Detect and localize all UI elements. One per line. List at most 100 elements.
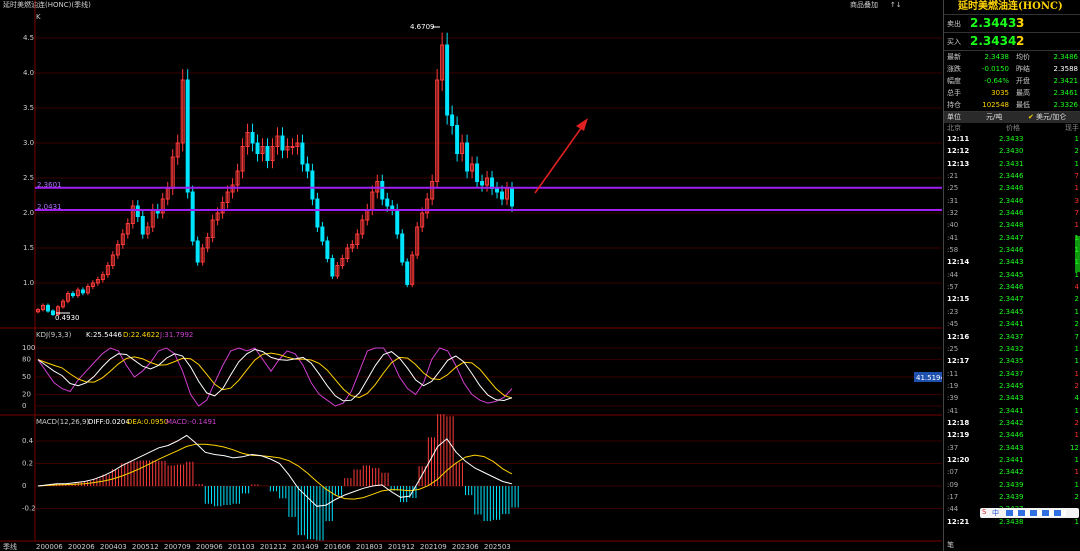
stat-label: 最低 — [1016, 101, 1030, 109]
tick-row: :32 2.3446 7 — [944, 207, 1080, 219]
quarterly-chart[interactable]: 4.5 4.0 3.5 3.0 2.5 2.0 1.5 1.0 K 2.3601 2.0431 4.6… — [0, 0, 942, 551]
low-marker-label: 0.4930 — [55, 314, 80, 322]
tick-qty: 1 — [1074, 480, 1079, 489]
candle-body — [450, 114, 455, 126]
tick-qty: 2 — [1074, 492, 1079, 501]
tick-row: :582.34461 — [944, 244, 1080, 256]
tick-row: :07 2.3442 1 — [944, 466, 1080, 478]
ime-mode[interactable]: 中 — [992, 508, 999, 518]
stat-最新: 最新 2.3438 — [947, 52, 1009, 63]
bid-row: 买入 2.3434 2 — [944, 33, 1080, 51]
tick-time: :57 — [947, 283, 959, 292]
x-tick-label: 202109 — [420, 543, 447, 551]
stat-label: 开盘 — [1016, 77, 1030, 85]
chart-area[interactable]: 延时美燃油连(HONC)(季线) 商品叠加 ↑↓ 4.5 4.0 3.5 3.0 2.5… — [0, 0, 942, 551]
ask-row: 卖出 2.3443 3 — [944, 15, 1080, 33]
tick-price: 2.3448 — [999, 221, 1024, 230]
price-tick-label: 1.5 — [23, 244, 34, 252]
candle-body — [265, 146, 270, 161]
tick-row: :19 2.3445 2 — [944, 380, 1080, 392]
stat-最高: 最高 2.3461 — [1016, 88, 1078, 99]
tick-price: 2.3435 — [999, 357, 1024, 366]
ime-logo-icon: S — [982, 508, 987, 516]
stats-grid: 最新 2.3438 均价 2.3486 涨跌 -0.0150 昨结 2.3588 幅度 -0.64… — [944, 51, 1080, 112]
tick-price: 2.3445 — [999, 307, 1024, 316]
x-tick-label: 202306 — [452, 543, 479, 551]
bid-volume: 2 — [1016, 34, 1025, 48]
tick-time: 12:21 — [947, 517, 970, 526]
bid-label: 买入 — [947, 38, 961, 46]
macd-hist-value: MACD:-0.1491 — [166, 418, 216, 426]
candle-body — [185, 79, 190, 193]
support-line-label: 2.0431 — [37, 203, 62, 211]
stat-label: 幅度 — [947, 77, 961, 85]
price-tick-label: 3.5 — [23, 104, 34, 112]
tick-qty: 2 — [1074, 381, 1079, 390]
tick-row: 12:142.34431 — [944, 256, 1080, 268]
candle-body — [400, 233, 405, 263]
candle-body — [380, 181, 385, 200]
candle-body — [500, 191, 505, 200]
col-price: 价格 — [1006, 124, 1020, 132]
stat-value: 2.3326 — [1053, 101, 1079, 109]
high-marker-label: 4.6709 — [410, 23, 435, 31]
candle-body — [455, 125, 460, 154]
tick-row: :412.34471 — [944, 232, 1080, 244]
stat-均价: 均价 2.3486 — [1016, 52, 1078, 63]
candle-body — [280, 135, 285, 151]
macd-tick-label: 0.2 — [22, 460, 33, 468]
ime-toolbar[interactable]: S 中 — [980, 508, 1079, 518]
tick-time: :44 — [947, 505, 959, 514]
currency-option[interactable]: 美元/加仑 — [1036, 112, 1066, 123]
tick-time: :25 — [947, 344, 959, 353]
scrollbar-marker[interactable] — [1075, 236, 1080, 272]
candle-body — [195, 240, 200, 263]
candle-body — [510, 188, 514, 207]
ask-label: 卖出 — [947, 20, 961, 28]
x-tick-label: 200906 — [196, 543, 223, 551]
tick-qty: 1 — [1074, 468, 1079, 477]
tick-time: :07 — [947, 468, 959, 477]
candle-body — [320, 226, 325, 242]
tick-time: 12:11 — [947, 135, 970, 143]
kdj-tick-label: 20 — [22, 390, 31, 398]
tick-qty: 12 — [1070, 443, 1079, 452]
unit-value[interactable]: 元/吨 — [986, 112, 1002, 123]
tick-time: :31 — [947, 196, 959, 205]
stat-label: 持仓 — [947, 101, 961, 109]
instrument-name: 延时美燃油连(HONC) — [944, 0, 1080, 15]
tick-time: :44 — [947, 270, 959, 279]
tick-price: 2.3446 — [999, 196, 1024, 205]
bottom-label: 笔 — [947, 541, 954, 549]
x-tick-label: 202503 — [484, 543, 511, 551]
tick-qty: 1 — [1074, 344, 1079, 353]
kdj-d-value: D:22.4622 — [123, 331, 160, 339]
tick-row: :11 2.3437 1 — [944, 368, 1080, 380]
stat-value: 2.3486 — [1053, 53, 1079, 61]
price-tick-label: 2.0 — [23, 209, 34, 217]
x-tick-label: 201803 — [356, 543, 383, 551]
stat-value: 2.3588 — [1053, 65, 1079, 73]
tick-row: :17 2.3439 2 — [944, 491, 1080, 503]
price-tick-label: 3.0 — [23, 139, 34, 147]
stat-label: 均价 — [1016, 53, 1030, 61]
tick-time: :25 — [947, 184, 959, 193]
tick-time: :41 — [947, 233, 959, 242]
tick-price: 2.3445 — [999, 381, 1024, 390]
x-tick-label: 201212 — [260, 543, 287, 551]
tick-row: 12:16 2.3437 7 — [944, 331, 1080, 343]
ticks-list[interactable]: 12:11 2.3433 1 12:12 2.3430 2 12:13 2.3431 1:21 2… — [944, 133, 1080, 528]
tick-row: 12:19 2.3446 1 — [944, 429, 1080, 441]
tick-price: 2.3441 — [999, 406, 1024, 415]
tick-time: :21 — [947, 172, 959, 181]
candle-body — [405, 261, 410, 285]
tick-price: 2.3447 — [999, 295, 1024, 304]
ime-tools-icon[interactable] — [1006, 510, 1066, 516]
col-time: 北京 — [947, 124, 961, 132]
candle-body — [135, 205, 140, 217]
price-tick-label: 2.5 — [23, 174, 34, 182]
tick-price: 2.3442 — [999, 468, 1024, 477]
tick-price: 2.3432 — [999, 344, 1024, 353]
candle-body — [310, 170, 315, 200]
candle-body — [190, 191, 195, 242]
